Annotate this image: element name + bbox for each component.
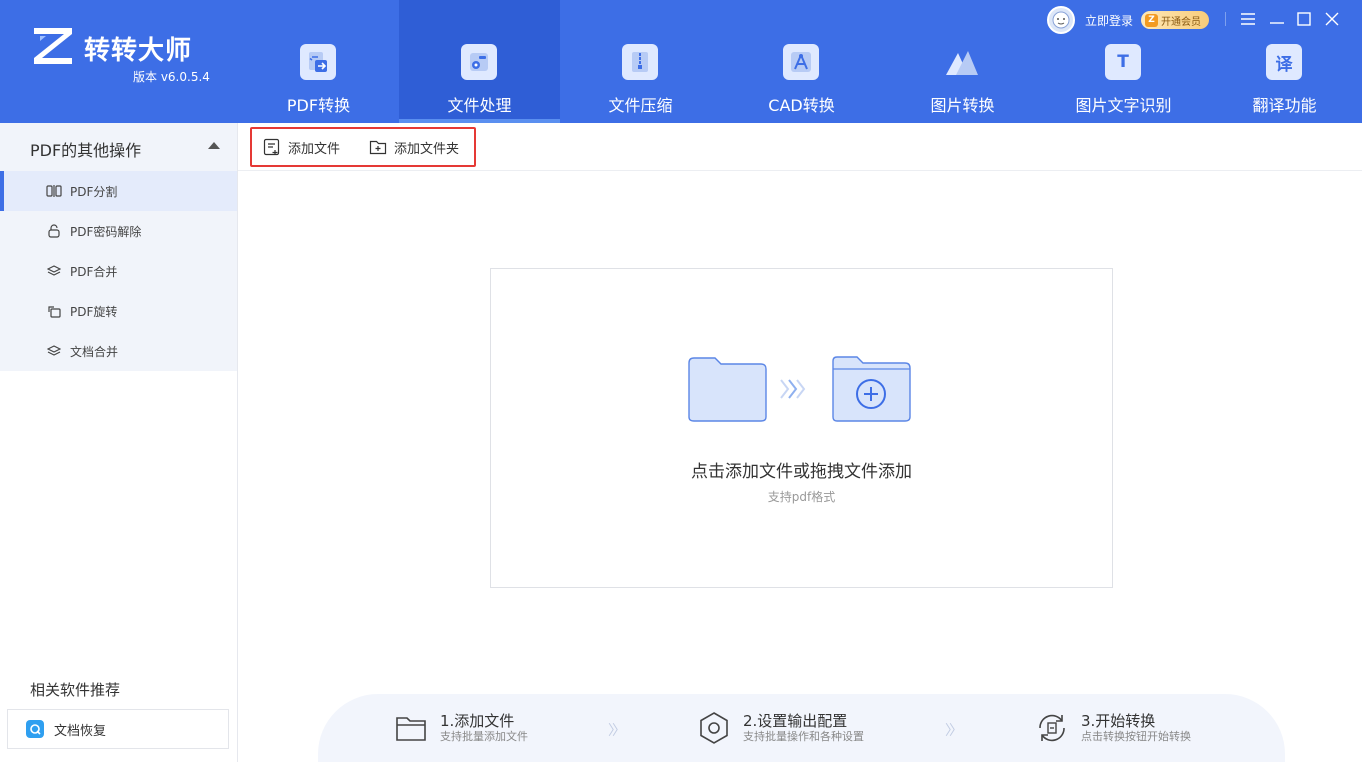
app-logo <box>34 28 72 64</box>
step-desc: 点击转换按钮开始转换 <box>1081 730 1191 743</box>
login-link[interactable]: 立即登录 <box>1085 12 1133 29</box>
tab-pdf-convert[interactable]: PDF转换 <box>238 0 399 123</box>
toolbar: 添加文件 添加文件夹 <box>238 123 1362 171</box>
pdf-convert-icon <box>300 44 336 80</box>
close-icon[interactable] <box>1323 10 1341 28</box>
app-header: 转转大师 版本 v6.0.5.4 PDF转换 文件处理 文件压缩 CAD转换 图… <box>0 0 1362 123</box>
layers-icon <box>46 264 62 278</box>
split-icon <box>46 184 62 198</box>
image-icon <box>944 44 980 80</box>
sidebar-item-label: PDF旋转 <box>70 304 118 319</box>
add-folder-icon <box>369 140 387 155</box>
convert-icon <box>1039 714 1065 742</box>
step-desc: 支持批量添加文件 <box>440 730 528 743</box>
sidebar-item-pdf-rotate[interactable]: PDF旋转 <box>0 291 237 331</box>
sidebar-item-label: PDF合并 <box>70 264 118 279</box>
drop-zone-title: 点击添加文件或拖拽文件添加 <box>691 462 912 482</box>
tab-label: 翻译功能 <box>1252 96 1317 115</box>
sidebar-item-pdf-merge[interactable]: PDF合并 <box>0 251 237 291</box>
folder-icon <box>396 717 426 741</box>
doc-recovery-icon <box>26 720 44 738</box>
unlock-icon <box>46 224 62 238</box>
drop-zone-subtitle: 支持pdf格式 <box>767 490 836 504</box>
add-folder-illustration <box>688 356 911 422</box>
app-name: 转转大师 <box>84 36 193 66</box>
add-file-button[interactable]: 添加文件 <box>263 136 340 158</box>
vip-label: 开通会员 <box>1161 16 1202 28</box>
chevrons-icon: 〉〉 <box>945 723 963 739</box>
settings-icon <box>700 712 728 744</box>
step-desc: 支持批量操作和各种设置 <box>743 730 864 743</box>
sidebar-group: PDF的其他操作 PDF分割 PDF密码解除 PDF合并 PDF旋转 文档合并 <box>0 123 237 371</box>
sidebar-group-title: PDF的其他操作 <box>30 141 142 160</box>
steps-panel: 1.添加文件 支持批量添加文件 〉〉 2.设置输出配置 支持批量操作和各种设置 … <box>318 694 1285 762</box>
file-drop-zone[interactable]: 点击添加文件或拖拽文件添加 支持pdf格式 <box>490 268 1113 588</box>
sidebar-item-doc-merge[interactable]: 文档合并 <box>0 331 237 371</box>
step-convert: 3.开始转换 点击转换按钮开始转换 <box>1035 708 1191 748</box>
cad-icon <box>783 44 819 80</box>
tab-label: 文件处理 <box>447 96 512 115</box>
avatar[interactable] <box>1047 6 1075 34</box>
tab-image-convert[interactable]: 图片转换 <box>882 0 1043 123</box>
divider <box>1225 12 1226 26</box>
tab-label: 图片转换 <box>930 96 995 115</box>
maximize-icon[interactable] <box>1295 10 1313 28</box>
collapse-caret-icon[interactable] <box>208 142 220 149</box>
menu-icon[interactable] <box>1239 10 1257 28</box>
chevrons-icon: 〉〉 <box>608 723 626 739</box>
minimize-icon[interactable] <box>1268 10 1286 28</box>
account-area: 立即登录 Z 开通会员 <box>1047 6 1210 34</box>
vip-badge-icon: Z <box>1145 13 1159 27</box>
tab-cad-convert[interactable]: CAD转换 <box>721 0 882 123</box>
related-app-label: 文档恢复 <box>54 723 107 739</box>
app-version: 版本 v6.0.5.4 <box>133 70 210 84</box>
sidebar-item-label: PDF密码解除 <box>70 224 142 239</box>
tab-file-process[interactable]: 文件处理 <box>399 0 560 123</box>
add-file-icon <box>263 138 280 156</box>
step-title: 3.开始转换 <box>1081 712 1156 730</box>
sidebar-item-label: PDF分割 <box>70 184 118 199</box>
add-folder-label: 添加文件夹 <box>394 141 460 157</box>
vip-button[interactable]: Z 开通会员 <box>1141 11 1210 29</box>
add-file-label: 添加文件 <box>288 141 341 157</box>
step-title: 2.设置输出配置 <box>743 712 848 730</box>
sidebar: PDF的其他操作 PDF分割 PDF密码解除 PDF合并 PDF旋转 文档合并 … <box>0 123 238 762</box>
step-settings: 2.设置输出配置 支持批量操作和各种设置 <box>697 708 864 748</box>
rotate-icon <box>46 304 62 318</box>
sidebar-item-label: 文档合并 <box>70 344 119 359</box>
tab-label: 图片文字识别 <box>1075 96 1172 115</box>
sidebar-item-pdf-unlock[interactable]: PDF密码解除 <box>0 211 237 251</box>
tab-label: CAD转换 <box>768 96 835 115</box>
add-folder-button[interactable]: 添加文件夹 <box>369 136 459 158</box>
tab-label: 文件压缩 <box>608 96 673 115</box>
tab-file-compress[interactable]: 文件压缩 <box>560 0 721 123</box>
zip-icon <box>622 44 658 80</box>
file-process-icon <box>461 44 497 80</box>
ocr-text-icon: T <box>1105 44 1141 80</box>
related-app-doc-recovery[interactable]: 文档恢复 <box>7 709 229 749</box>
related-software-title: 相关软件推荐 <box>30 681 121 699</box>
tab-label: PDF转换 <box>286 96 351 115</box>
layers-icon <box>46 344 62 358</box>
translate-icon: 译 <box>1266 44 1302 80</box>
step-title: 1.添加文件 <box>440 712 515 730</box>
step-add-file: 1.添加文件 支持批量添加文件 <box>394 708 528 748</box>
sidebar-item-pdf-split[interactable]: PDF分割 <box>0 171 237 211</box>
